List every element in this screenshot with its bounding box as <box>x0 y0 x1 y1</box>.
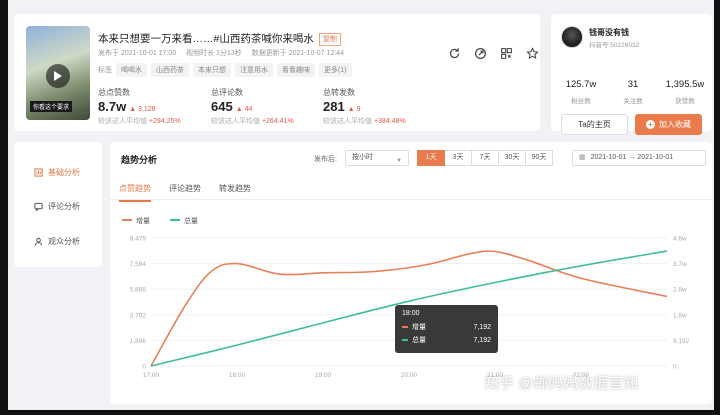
range-3d[interactable]: 3天 <box>444 150 472 166</box>
video-duration: 视频时长 1分13秒 <box>186 50 242 57</box>
nav-item-audience[interactable]: 观众分析 <box>34 236 80 247</box>
publish-time: 发布于 2021-10-01 17:00 <box>98 50 177 57</box>
play-icon[interactable] <box>46 64 70 88</box>
thumbnail-caption: 你看这个要求 <box>30 101 73 112</box>
video-meta: 发布于 2021-10-01 17:00 视频时长 1分13秒 数据更新于 20… <box>98 48 352 58</box>
granularity-select[interactable]: 按小时 ▼ <box>345 150 409 166</box>
tooltip-row: 增量 7,192 <box>402 322 491 332</box>
plus-icon: + <box>646 120 655 129</box>
video-actions <box>441 42 545 64</box>
y-tick-left: 3,792 <box>130 312 147 319</box>
user-icon <box>34 237 43 246</box>
star-icon[interactable] <box>519 42 545 64</box>
tag[interactable]: 喝喝水 <box>116 63 147 77</box>
range-selector: 1天 3天 7天 30天 90天 <box>417 150 553 166</box>
range-7d[interactable]: 7天 <box>471 150 499 166</box>
legend-label: 增量 <box>136 216 150 225</box>
nav-item-basic[interactable]: 基础分析 <box>34 167 80 178</box>
tag[interactable]: 看看趣味 <box>277 63 315 77</box>
tag[interactable]: 注意用水 <box>235 63 273 77</box>
video-title: 本来只想要一万来看……#山西药茶喊你来喝水 复制 <box>98 31 341 46</box>
author-stat-fans: 125.7w 粉丝数 <box>565 79 597 105</box>
tooltip-time: 18:00 <box>402 310 420 317</box>
y-tick-left: 1,896 <box>130 338 147 345</box>
chart-tooltip: 18:00 增量 7,192 总量 7,192 <box>395 305 498 353</box>
add-favorite-button[interactable]: + 加入收藏 <box>635 114 702 135</box>
update-time: 数据更新于 2021-10-07 12:44 <box>251 50 344 57</box>
author-name[interactable]: 钱哥没有钱 <box>589 27 629 38</box>
panel-title: 趋势分析 <box>121 155 158 165</box>
x-tick: 20:00 <box>401 372 418 379</box>
refresh-icon[interactable] <box>441 42 467 64</box>
legend-label: 总量 <box>184 216 198 225</box>
tag[interactable]: 山西药茶 <box>151 63 189 77</box>
x-tick: 18:00 <box>229 372 246 379</box>
range-30d[interactable]: 30天 <box>498 150 526 166</box>
y-tick-left: 5,688 <box>130 287 147 294</box>
author-home-button[interactable]: Ta的主页 <box>561 114 628 135</box>
author-stat-likes: 1,395.5w 获赞数 <box>665 79 705 105</box>
range-1d[interactable]: 1天 <box>417 150 445 166</box>
watermark: 知乎 @蝉妈妈数据官知 <box>484 375 639 392</box>
trend-panel: 趋势分析 发布后: 按小时 ▼ 1天 3天 7天 30天 90天 ▦ 2021-1… <box>110 142 712 404</box>
y-tick-right: 4.6w <box>673 236 687 243</box>
nav-item-comments[interactable]: 评论分析 <box>34 201 80 212</box>
y-tick-left: 7,584 <box>130 261 147 268</box>
author-id: 抖音号 50226032 <box>589 42 640 49</box>
comment-icon <box>34 202 43 211</box>
y-tick-left: 0 <box>142 364 146 371</box>
y-tick-right: 2.8w <box>673 287 687 294</box>
video-card: 你看这个要求 本来只想要一万来看……#山西药茶喊你来喝水 复制 发布于 2021-… <box>14 14 540 131</box>
tab-divider <box>110 199 712 200</box>
x-tick: 17:00 <box>143 372 160 379</box>
tag[interactable]: 本来只想 <box>193 63 231 77</box>
analysis-nav: 基础分析 评论分析 观众分析 <box>14 142 102 267</box>
tag-list: 标签 喝喝水 山西药茶 本来只想 注意用水 看看趣味 更多(1) <box>98 63 352 77</box>
author-card: 钱哥没有钱 抖音号 50226032 125.7w 粉丝数 31 关注数 1,395… <box>551 14 712 135</box>
date-range-picker[interactable]: ▦ 2021-10-01 → 2021-10-01 <box>572 150 706 166</box>
tags-label: 标签 <box>98 67 112 74</box>
calendar-icon: ▦ <box>579 154 586 161</box>
stat-shares: 总转发数 281 ▲ 9 较该达人平均值 +384.48% <box>323 88 406 125</box>
qrcode-icon[interactable] <box>493 42 519 64</box>
copy-button[interactable]: 复制 <box>318 33 341 46</box>
tooltip-row: 总量 7,192 <box>402 335 491 345</box>
y-tick-right: 3.7w <box>673 261 687 268</box>
publish-after-label: 发布后: <box>314 156 337 163</box>
stat-likes: 总点赞数 8.7w ▲ 3,128 较该达人平均值 +294.25% <box>98 88 181 125</box>
share-icon[interactable] <box>467 42 493 64</box>
y-tick-right: 0 <box>673 364 677 371</box>
chevron-down-icon: ▼ <box>396 158 402 164</box>
y-tick-right: 1.8w <box>673 312 687 319</box>
stat-comments: 总评论数 645 ▲ 44 较该达人平均值 +264.41% <box>211 88 294 125</box>
range-90d[interactable]: 90天 <box>525 150 553 166</box>
video-thumbnail[interactable]: 你看这个要求 <box>26 26 90 120</box>
tag-more[interactable]: 更多(1) <box>319 63 352 77</box>
x-tick: 19:00 <box>315 372 332 379</box>
y-tick-right: 9,192 <box>673 338 690 345</box>
avatar[interactable] <box>561 26 583 48</box>
chart-icon <box>34 168 43 177</box>
y-tick-left: 8,479 <box>130 236 147 243</box>
author-stats: 125.7w 粉丝数 31 关注数 1,395.5w 获赞数 <box>555 79 711 105</box>
author-stat-following: 31 关注数 <box>623 79 643 105</box>
